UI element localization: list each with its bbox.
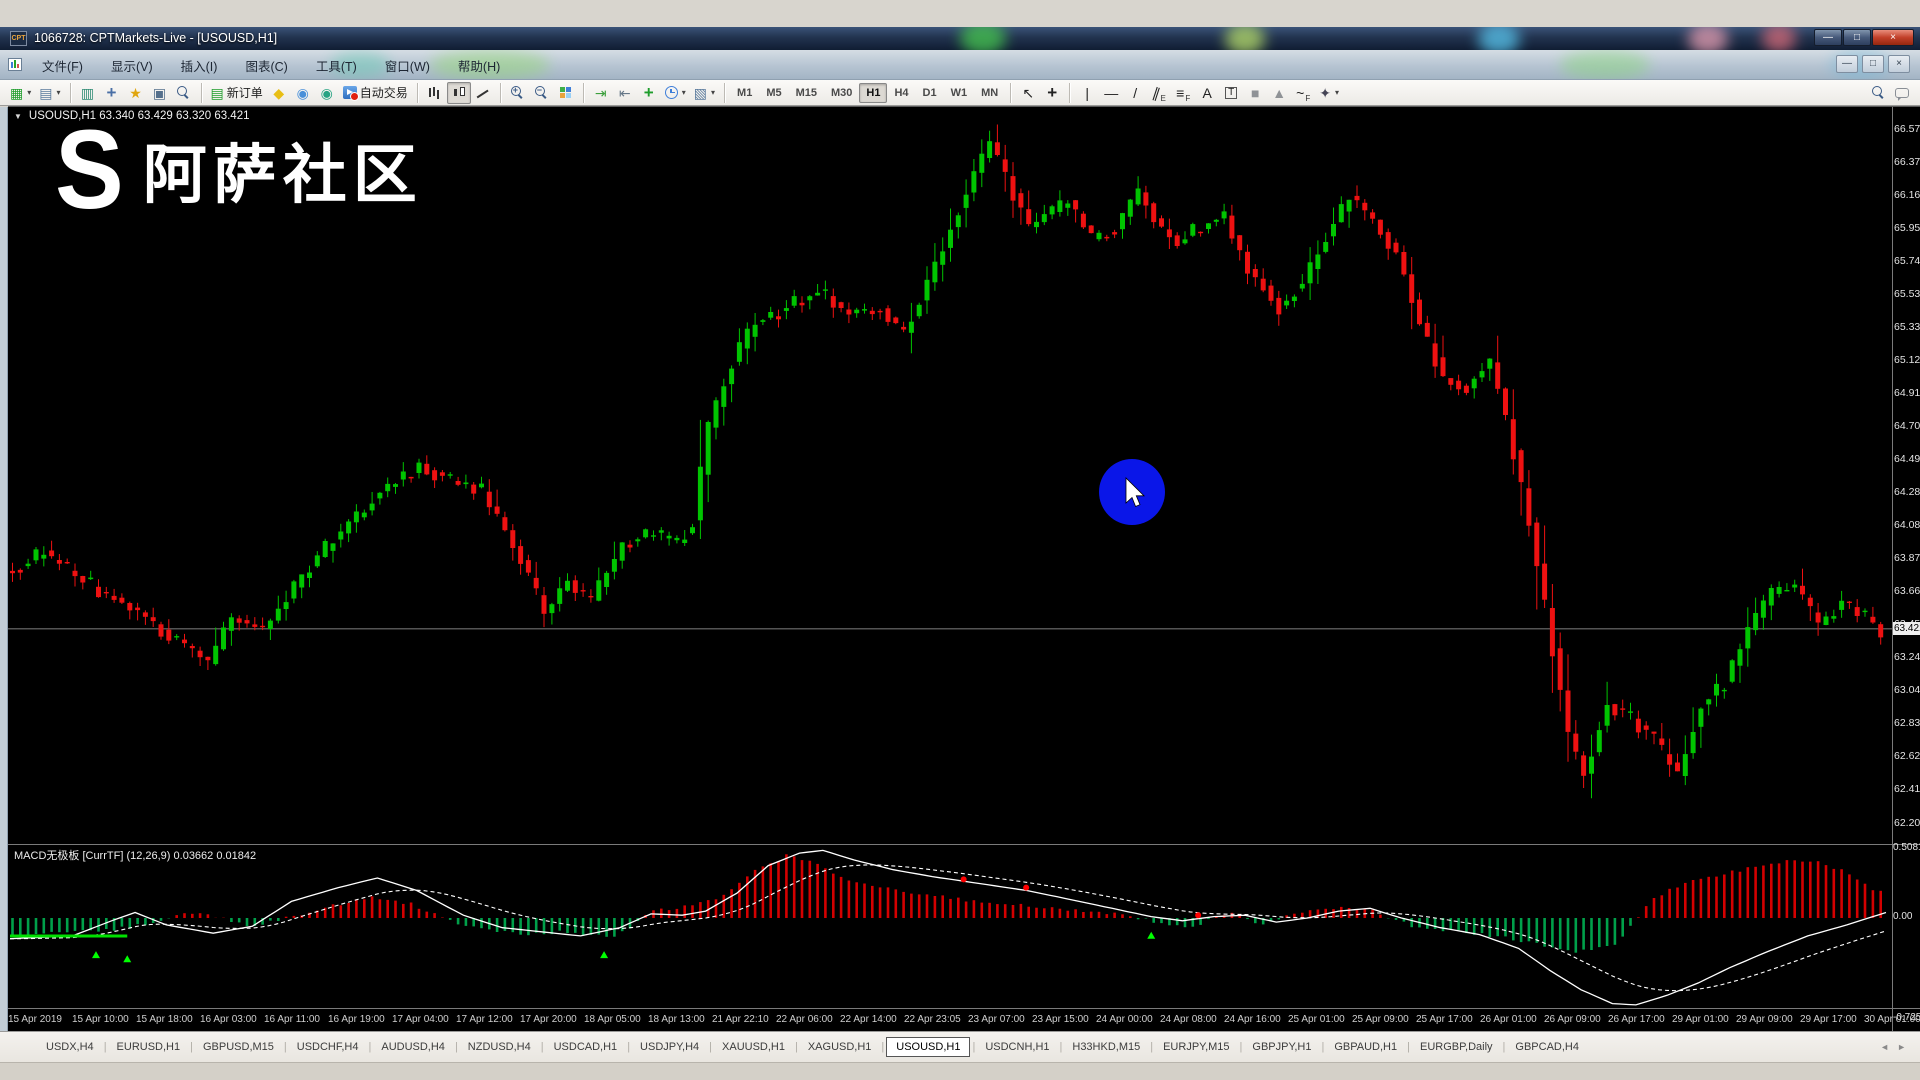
current-price-badge: 63.421 <box>1893 622 1920 635</box>
macd-indicator-label: MACD无极板 [CurrTF] (12,26,9) 0.03662 0.018… <box>14 847 256 863</box>
tab-XAGUSD-H1[interactable]: XAGUSD,H1 <box>798 1038 882 1056</box>
time-tick: 18 Apr 13:00 <box>648 1014 705 1025</box>
time-tick: 30 Apr 01:00 <box>1864 1014 1920 1025</box>
price-tick: 64.080 <box>1894 519 1920 531</box>
time-tick: 15 Apr 10:00 <box>72 1014 129 1025</box>
symbol-ohlc-text: USOUSD,H1 63.340 63.429 63.320 63.421 <box>29 110 250 122</box>
price-tick: 64.705 <box>1894 420 1920 432</box>
time-tick: 24 Apr 00:00 <box>1096 1014 1153 1025</box>
price-tick: 65.120 <box>1894 354 1920 366</box>
price-tick: 64.285 <box>1894 486 1920 498</box>
chart-symbol-header[interactable]: ▼ USOUSD,H1 63.340 63.429 63.320 63.421 <box>14 110 250 122</box>
price-tick: 62.205 <box>1894 817 1920 829</box>
time-tick: 16 Apr 03:00 <box>200 1014 257 1025</box>
time-tick: 29 Apr 09:00 <box>1736 1014 1793 1025</box>
time-tick: 15 Apr 2019 <box>8 1014 62 1025</box>
price-tick: 63.245 <box>1894 651 1920 663</box>
price-tick: 62.830 <box>1894 717 1920 729</box>
tab-USDCHF-H4[interactable]: USDCHF,H4 <box>287 1038 369 1056</box>
price-tick: 64.495 <box>1894 453 1920 465</box>
watermark-logo: S <box>55 122 124 217</box>
time-tick: 21 Apr 22:10 <box>712 1014 769 1025</box>
tab-XAUUSD-H1[interactable]: XAUUSD,H1 <box>712 1038 795 1056</box>
tab-NZDUSD-H4[interactable]: NZDUSD,H4 <box>458 1038 541 1056</box>
price-tick: 65.950 <box>1894 222 1920 234</box>
time-tick: 25 Apr 17:00 <box>1416 1014 1473 1025</box>
tab-EURJPY-M15[interactable]: EURJPY,M15 <box>1153 1038 1239 1056</box>
time-tick: 16 Apr 11:00 <box>264 1014 320 1025</box>
time-tick: 18 Apr 05:00 <box>584 1014 641 1025</box>
price-tick: 66.575 <box>1894 123 1920 135</box>
price-tick: 63.040 <box>1894 684 1920 696</box>
price-tick: 62.620 <box>1894 750 1920 762</box>
time-tick: 22 Apr 06:00 <box>776 1014 833 1025</box>
time-tick: 26 Apr 01:00 <box>1480 1014 1537 1025</box>
time-tick: 29 Apr 17:00 <box>1800 1014 1857 1025</box>
time-tick: 25 Apr 09:00 <box>1352 1014 1409 1025</box>
tab-EURGBP-Daily[interactable]: EURGBP,Daily <box>1410 1038 1503 1056</box>
tab-scroll-arrows: ◄► <box>1880 1042 1906 1052</box>
tab-USDCNH-H1[interactable]: USDCNH,H1 <box>975 1038 1059 1056</box>
chart-tab-bar: USDX,H4|EURUSD,H1|GBPUSD,M15|USDCHF,H4|A… <box>0 1031 1920 1062</box>
price-tick: 65.745 <box>1894 255 1920 267</box>
time-tick: 22 Apr 23:05 <box>904 1014 961 1025</box>
tab-AUDUSD-H4[interactable]: AUDUSD,H4 <box>371 1038 455 1056</box>
price-tick: 63.870 <box>1894 552 1920 564</box>
time-tick: 17 Apr 04:00 <box>392 1014 449 1025</box>
tab-GBPCAD-H4[interactable]: GBPCAD,H4 <box>1505 1038 1589 1056</box>
tab-USOUSD-H1[interactable]: USOUSD,H1 <box>886 1037 970 1057</box>
watermark-text: 阿萨社区 <box>143 124 423 216</box>
time-tick: 26 Apr 17:00 <box>1608 1014 1665 1025</box>
tab-GBPJPY-H1[interactable]: GBPJPY,H1 <box>1242 1038 1321 1056</box>
tab-scroll-right-icon[interactable]: ► <box>1897 1042 1906 1052</box>
price-tick: 63.660 <box>1894 585 1920 597</box>
time-tick: 23 Apr 07:00 <box>968 1014 1025 1025</box>
time-tick: 25 Apr 01:00 <box>1288 1014 1345 1025</box>
collapse-triangle-icon[interactable]: ▼ <box>14 112 22 121</box>
time-tick: 24 Apr 08:00 <box>1160 1014 1217 1025</box>
time-tick: 26 Apr 09:00 <box>1544 1014 1601 1025</box>
time-axis[interactable]: 15 Apr 2019 15 Apr 10:00 15 Apr 18:00 16 Ap… <box>8 1013 1920 1031</box>
macd-scale-top: 0.50813 <box>1893 842 1920 853</box>
time-tick: 29 Apr 01:00 <box>1672 1014 1729 1025</box>
time-tick: 22 Apr 14:00 <box>840 1014 897 1025</box>
tab-EURUSD-H1[interactable]: EURUSD,H1 <box>107 1038 191 1056</box>
tab-USDX-H4[interactable]: USDX,H4 <box>36 1038 104 1056</box>
time-tick: 15 Apr 18:00 <box>136 1014 193 1025</box>
application-window: CPT 1066728: CPTMarkets-Live - [USOUSD,H… <box>0 0 1920 1080</box>
time-tick: 16 Apr 19:00 <box>328 1014 385 1025</box>
price-tick: 65.535 <box>1894 288 1920 300</box>
cursor-highlight <box>1099 459 1165 525</box>
tab-GBPAUD-H1[interactable]: GBPAUD,H1 <box>1324 1038 1407 1056</box>
price-tick: 65.330 <box>1894 321 1920 333</box>
tab-scroll-left-icon[interactable]: ◄ <box>1880 1042 1889 1052</box>
tab-separator: | <box>881 1041 884 1053</box>
time-tick: 24 Apr 16:00 <box>1224 1014 1281 1025</box>
time-tick: 17 Apr 12:00 <box>456 1014 513 1025</box>
price-tick: 64.910 <box>1894 387 1920 399</box>
tab-USDJPY-H4[interactable]: USDJPY,H4 <box>630 1038 709 1056</box>
time-tick: 23 Apr 15:00 <box>1032 1014 1089 1025</box>
tab-H33HKD-M15[interactable]: H33HKD,M15 <box>1062 1038 1150 1056</box>
macd-scale-zero: 0.00 <box>1893 911 1912 922</box>
tab-GBPUSD-M15[interactable]: GBPUSD,M15 <box>193 1038 284 1056</box>
broker-watermark: S 阿萨社区 <box>52 122 423 217</box>
price-tick: 62.415 <box>1894 783 1920 795</box>
price-tick: 66.160 <box>1894 189 1920 201</box>
tab-USDCAD-H1[interactable]: USDCAD,H1 <box>544 1038 628 1056</box>
time-tick: 17 Apr 20:00 <box>520 1014 577 1025</box>
window-bottom-edge <box>0 1062 1920 1080</box>
price-tick: 66.370 <box>1894 156 1920 168</box>
